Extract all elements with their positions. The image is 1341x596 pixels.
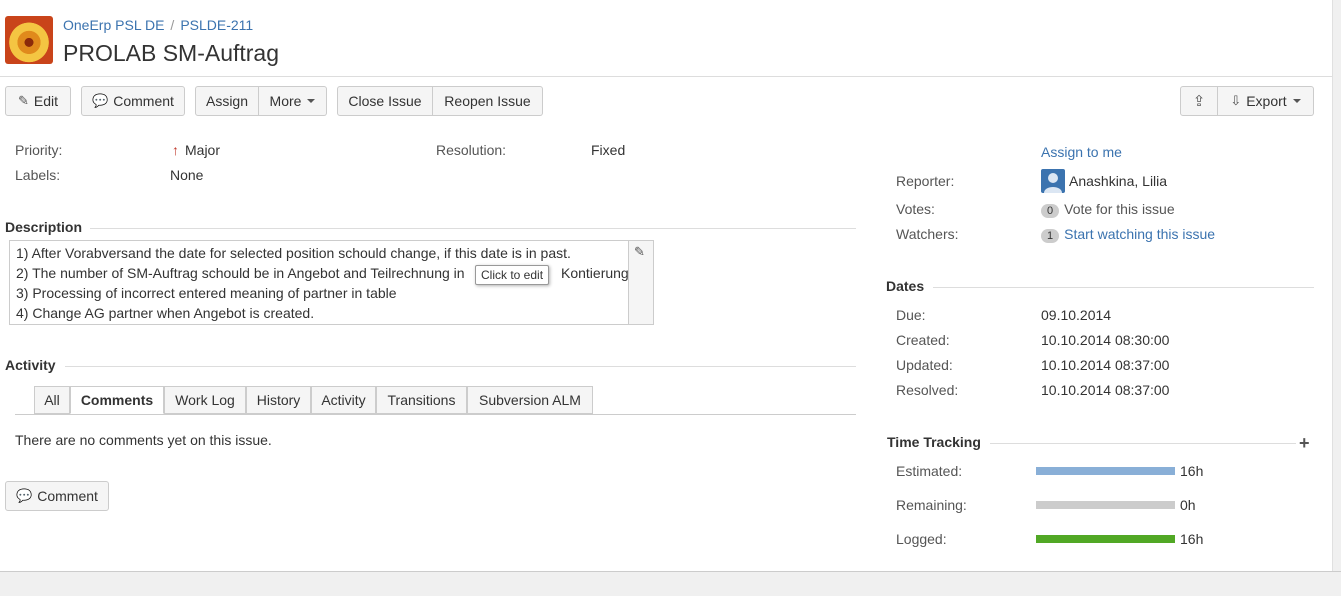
watchers-count-badge: 1 [1041, 229, 1060, 243]
assign-button-label: Assign [205, 93, 249, 109]
comment-button[interactable]: 💬 Comment [81, 86, 185, 116]
votes-count-badge: 0 [1041, 204, 1060, 218]
updated-label: Updated: [896, 357, 953, 373]
add-comment-button[interactable]: 💬 Comment [5, 481, 109, 511]
description-field[interactable]: 1) After Vorabversand the date for selec… [9, 240, 654, 325]
watchers-value: 1 Start watching this issue [1041, 226, 1215, 243]
export-button-label: Export [1246, 93, 1287, 109]
remaining-bar [1036, 501, 1175, 509]
pencil-icon: ✎ [17, 93, 29, 108]
tab-work-log[interactable]: Work Log [164, 386, 246, 414]
description-heading: Description [5, 219, 83, 235]
share-icon: ⇪ [1192, 93, 1206, 110]
due-label: Due: [896, 307, 926, 323]
description-line: 3) Processing of incorrect entered meani… [16, 285, 397, 301]
created-value: 10.10.2014 08:30:00 [1041, 332, 1170, 348]
labels-label: Labels: [15, 167, 61, 183]
resolution-label: Resolution: [436, 142, 507, 158]
share-button[interactable]: ⇪ [1180, 86, 1218, 116]
add-comment-label: Comment [37, 488, 98, 504]
time-tracking-divider [990, 443, 1296, 444]
dates-heading: Dates [886, 278, 925, 294]
tab-history[interactable]: History [246, 386, 311, 414]
tab-all[interactable]: All [34, 386, 70, 414]
tab-activity[interactable]: Activity [311, 386, 376, 414]
resolution-value: Fixed [591, 142, 626, 158]
logged-value: 16h [1180, 531, 1204, 547]
dates-divider [933, 287, 1314, 288]
description-line: 2) The number of SM-Auftrag schould be i… [16, 265, 465, 281]
plus-icon[interactable]: + [1299, 433, 1310, 454]
chevron-down-icon [1292, 99, 1301, 103]
more-button-label: More [269, 93, 302, 109]
user-icon [1041, 169, 1065, 193]
project-avatar[interactable] [5, 16, 53, 64]
click-to-edit-tooltip: Click to edit [475, 265, 550, 285]
created-label: Created: [896, 332, 950, 348]
votes-value: 0 Vote for this issue [1041, 201, 1175, 218]
export-button[interactable]: ⇩ Export [1218, 86, 1314, 116]
logged-bar [1036, 535, 1175, 543]
remaining-label: Remaining: [896, 497, 967, 513]
priority-text: Major [185, 142, 221, 158]
votes-label: Votes: [896, 201, 935, 217]
breadcrumb-project-link[interactable]: OneErp PSL DE [63, 17, 164, 33]
updated-value: 10.10.2014 08:37:00 [1041, 357, 1170, 373]
time-tracking-heading: Time Tracking [887, 434, 981, 450]
chevron-down-icon [307, 99, 316, 103]
edit-button-label: Edit [33, 93, 59, 109]
tab-transitions[interactable]: Transitions [376, 386, 467, 414]
tab-comments[interactable]: Comments [70, 386, 164, 414]
no-comments-message: There are no comments yet on this issue. [15, 432, 272, 448]
more-button[interactable]: More [259, 86, 327, 116]
reporter-value[interactable]: Anashkina, Lilia [1069, 173, 1167, 189]
comment-button-label: Comment [113, 93, 174, 109]
edit-button[interactable]: ✎ Edit [5, 86, 71, 116]
tabs-divider [15, 414, 856, 415]
assign-button[interactable]: Assign [195, 86, 259, 116]
breadcrumb-separator: / [170, 17, 175, 33]
description-line: 1) After Vorabversand the date for selec… [16, 245, 571, 261]
assign-to-me-link[interactable]: Assign to me [1041, 144, 1122, 160]
watchers-label: Watchers: [896, 226, 959, 242]
description-divider [90, 228, 856, 229]
description-line: 4) Change AG partner when Angebot is cre… [16, 305, 315, 321]
reporter-label: Reporter: [896, 173, 955, 189]
issue-title: PROLAB SM-Auftrag [63, 40, 280, 66]
activity-divider [65, 366, 856, 367]
issue-header: OneErp PSL DE / PSLDE-211 PROLAB SM-Auftra… [0, 0, 1341, 77]
resolved-value: 10.10.2014 08:37:00 [1041, 382, 1170, 398]
tab-subversion-alm[interactable]: Subversion ALM [467, 386, 593, 414]
reopen-issue-label: Reopen Issue [444, 93, 531, 109]
speech-bubble-icon: 💬 [92, 93, 109, 108]
description-line-end: Kontierung. [561, 265, 633, 281]
resolved-label: Resolved: [896, 382, 959, 398]
priority-label: Priority: [15, 142, 63, 158]
estimated-bar [1036, 467, 1175, 475]
breadcrumb: OneErp PSL DE / PSLDE-211 [63, 17, 253, 33]
issue-toolbar: ✎ Edit 💬 Comment Assign More Close Issue R… [0, 86, 1341, 116]
start-watching-link[interactable]: Start watching this issue [1064, 226, 1215, 242]
labels-value[interactable]: None [170, 167, 203, 183]
vote-link[interactable]: Vote for this issue [1064, 201, 1175, 217]
page-scrollbar[interactable] [1332, 0, 1341, 571]
due-value: 09.10.2014 [1041, 307, 1112, 323]
close-issue-label: Close Issue [348, 93, 422, 109]
logged-label: Logged: [896, 531, 947, 547]
breadcrumb-issue-link[interactable]: PSLDE-211 [180, 17, 253, 33]
priority-value: ↑ Major [172, 142, 220, 158]
close-issue-button[interactable]: Close Issue [337, 86, 433, 116]
reopen-issue-button[interactable]: Reopen Issue [433, 86, 543, 116]
estimated-label: Estimated: [896, 463, 963, 479]
remaining-value: 0h [1180, 497, 1196, 513]
description-edit-button[interactable]: ✎ [628, 241, 653, 324]
page-footer [0, 571, 1341, 596]
up-arrow-icon: ↑ [172, 142, 179, 158]
speech-bubble-icon: 💬 [16, 488, 33, 503]
estimated-value: 16h [1180, 463, 1204, 479]
export-icon: ⇩ [1230, 93, 1242, 108]
pencil-icon: ✎ [634, 244, 645, 259]
activity-heading: Activity [5, 357, 56, 373]
